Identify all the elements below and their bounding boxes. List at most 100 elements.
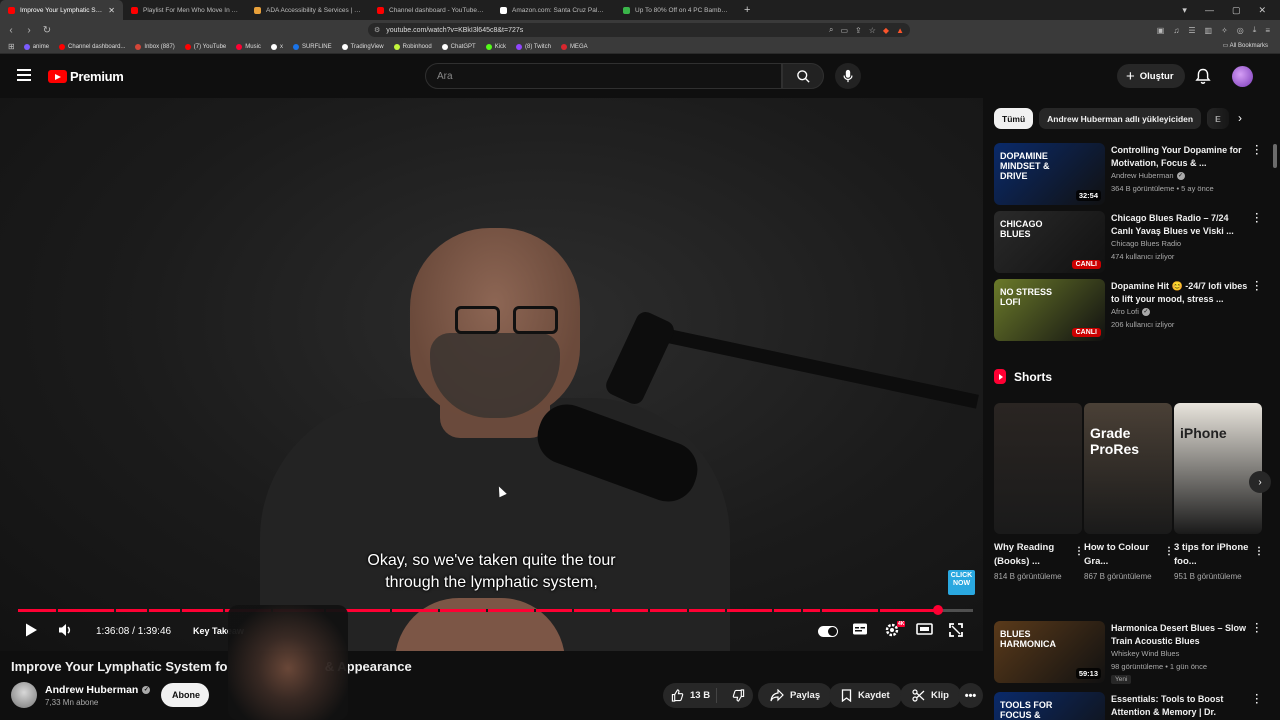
bookmark-item[interactable]: MEGA [560,43,588,50]
sidebar-icon[interactable]: ▥ [1205,26,1213,35]
media-icon[interactable]: ♫ [1173,26,1179,35]
subscribe-button[interactable]: Abone [161,683,209,707]
recommendation-title[interactable]: Essentials: Tools to Boost Attention & M… [1111,693,1249,720]
tab-search-icon[interactable]: ▾ [1182,5,1187,16]
more-options-icon[interactable]: · · · [1254,142,1260,160]
bookmark-item[interactable]: TradingView [341,43,384,50]
bookmark-item[interactable]: Robinhood [393,43,432,50]
bookmark-item[interactable]: SURFLINE [292,43,332,50]
recommendation-title[interactable]: Dopamine Hit 😊 -24/7 lofi vibes to lift … [1111,280,1249,306]
browser-tab[interactable]: Playlist For Men Who Move In Silence [123,0,246,20]
short-title[interactable]: Why Reading (Books) ... [994,541,1069,569]
search-input[interactable] [437,70,781,82]
more-options-icon[interactable]: ⋮ [1074,546,1084,557]
recommendation-channel[interactable]: Whiskey Wind Blues [1111,649,1179,658]
bookmark-item[interactable]: Inbox (887) [135,43,175,50]
play-button[interactable] [24,622,38,638]
all-bookmarks-button[interactable]: ▭ All Bookmarks [1223,42,1268,49]
more-options-icon[interactable]: · · · [1254,691,1260,709]
clip-button[interactable]: Klip [900,683,961,708]
more-options-icon[interactable]: · · · [1254,278,1260,296]
download-icon[interactable]: ⤓ [1253,25,1257,35]
video-thumbnail[interactable]: CHICAGO BLUES CANLI [994,211,1105,273]
recommendation-title[interactable]: Controlling Your Dopamine for Motivation… [1111,144,1249,170]
search-button[interactable] [782,63,824,89]
bookmark-item[interactable]: ChatGPT [441,43,476,50]
extensions-puzzle-icon[interactable]: ✧ [1221,26,1228,35]
bookmark-star-icon[interactable]: ☆ [869,26,876,35]
save-button[interactable]: Kaydet [829,683,902,708]
tab-close-icon[interactable]: ✕ [108,6,115,15]
short-thumbnail[interactable]: Grade ProRes [1084,403,1172,534]
recommendation-item[interactable]: NO STRESS LOFI CANLI Dopamine Hit 😊 -24/7 … [994,278,1264,341]
browser-tab[interactable]: Channel dashboard - YouTube Studio [369,0,492,20]
notifications-bell-icon[interactable] [1195,68,1211,85]
recommendation-item[interactable]: DOPAMINE MINDSET & DRIVE 32:54 Controlling… [994,142,1264,205]
short-item[interactable]: iPhone 3 tips for iPhone foo... 951 B görü… [1174,403,1264,582]
recommendation-title[interactable]: Chicago Blues Radio – 7/24 Canlı Yavaş B… [1111,212,1249,238]
channel-name[interactable]: Andrew Huberman ✓ [45,684,151,696]
wallet-icon[interactable]: ◎ [1237,26,1244,35]
dislike-button[interactable] [723,689,753,702]
menu-icon[interactable]: ≡ [1265,26,1270,35]
like-button[interactable]: 13 B [663,688,718,703]
apps-grid-icon[interactable]: ⊞ [8,42,15,51]
guide-menu-icon[interactable] [17,69,31,81]
video-thumbnail[interactable]: BLUES HARMONICA 59:13 [994,621,1105,683]
more-actions-button[interactable]: ••• [958,683,983,708]
short-item[interactable]: Grade ProRes How to Colour Gra... 867 B gö… [1084,403,1174,582]
theater-mode-button[interactable] [916,622,933,636]
shorts-next-button[interactable]: › [1249,471,1271,493]
channel-avatar[interactable] [11,682,37,708]
recommendation-item[interactable]: TOOLS FOR FOCUS & Essentials: Tools to Bo… [994,691,1264,720]
mute-button[interactable] [57,622,74,638]
extension-icon[interactable]: ▣ [1157,26,1165,35]
browser-tab[interactable]: Improve Your Lymphatic Syst... ✕ [0,0,123,20]
voice-search-button[interactable] [835,63,861,89]
video-thumbnail[interactable]: DOPAMINE MINDSET & DRIVE 32:54 [994,143,1105,205]
brave-rewards-icon[interactable]: ▲ [896,26,904,35]
bookmark-item[interactable]: (8) Twitch [516,43,551,50]
fullscreen-button[interactable] [948,622,964,638]
browser-tab[interactable]: ADA Accessibility & Services | Palisad..… [246,0,369,20]
scrubber-knob[interactable] [932,605,943,615]
recommendation-channel[interactable]: Chicago Blues Radio [1111,239,1181,248]
address-bar[interactable]: ⚙ youtube.com/watch?v=KBkI3l645c8&t=727s… [368,23,910,37]
close-window-icon[interactable]: ✕ [1258,5,1266,16]
short-item[interactable]: Why Reading (Books) ... 814 B görüntüleme… [994,403,1084,582]
browser-tab[interactable]: Up To 80% Off on 4 PC Bamboo Com... [615,0,738,20]
reload-icon[interactable]: ↻ [40,25,54,36]
video-thumbnail[interactable]: TOOLS FOR FOCUS & [994,692,1105,720]
recommendation-item[interactable]: CHICAGO BLUES CANLI Chicago Blues Radio – … [994,210,1264,273]
recommendation-channel[interactable]: Andrew Huberman ✓ [1111,171,1185,180]
forward-icon[interactable]: › [22,25,36,36]
short-title[interactable]: How to Colour Gra... [1084,541,1159,569]
share-page-icon[interactable]: ⇪ [855,26,862,35]
browser-tab[interactable]: Amazon.com: Santa Cruz Paleo Sleep... [492,0,615,20]
more-options-icon[interactable]: ⋮ [1164,546,1174,557]
video-player[interactable]: Okay, so we've taken quite the tour thro… [0,98,983,651]
bookmark-item[interactable]: x [270,43,283,50]
share-button[interactable]: Paylaş [758,683,833,708]
short-title[interactable]: 3 tips for iPhone foo... [1174,541,1249,569]
bookmark-item[interactable]: Kick [485,43,506,50]
cast-icon[interactable]: ▭ [840,26,848,35]
search-box[interactable] [425,63,782,89]
create-button[interactable]: + Oluştur [1117,64,1185,88]
click-now-overlay[interactable]: CLICK NOW [948,570,975,595]
zoom-icon[interactable]: ⌕ [829,25,833,35]
recommendation-channel[interactable]: Afro Lofi ✓ [1111,307,1150,316]
bookmark-item[interactable]: anime [23,43,49,50]
bookmark-item[interactable]: (7) YouTube [184,43,226,50]
filter-chip[interactable]: Andrew Huberman adlı yükleyiciden [1039,108,1202,129]
account-avatar[interactable] [1232,66,1253,87]
more-options-icon[interactable]: ⋮ [1254,546,1264,557]
chips-next-icon[interactable]: › [1238,111,1242,125]
recommendation-item[interactable]: BLUES HARMONICA 59:13 Harmonica Desert Blu… [994,620,1264,684]
site-info-icon[interactable]: ⚙ [374,26,380,34]
subtitles-button[interactable] [852,622,868,636]
bookmark-item[interactable]: Music [236,43,261,50]
video-thumbnail[interactable]: NO STRESS LOFI CANLI [994,279,1105,341]
progress-bar[interactable] [18,605,973,615]
more-options-icon[interactable]: · · · [1254,210,1260,228]
